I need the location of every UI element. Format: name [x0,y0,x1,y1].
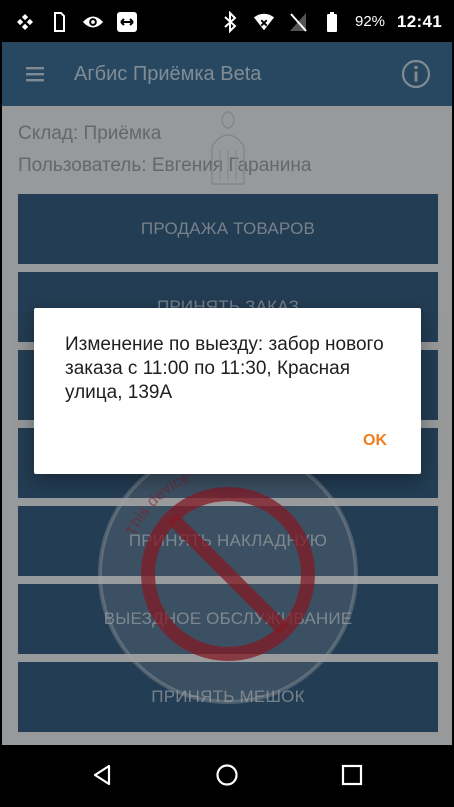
navigation-bar [2,745,452,805]
no-sim-icon [287,11,309,33]
remote-icon [116,11,138,33]
recents-icon[interactable] [340,763,364,787]
home-icon[interactable] [215,763,239,787]
battery-percent: 92% [354,13,386,30]
signal-off-icon [14,11,36,33]
clock: 12:41 [397,12,442,31]
device-screen: 92% 12:41 Агбис Приёмка Beta Склад: Приё… [2,2,452,805]
eye-icon [82,11,104,33]
sim-icon [48,11,70,33]
alert-dialog: Изменение по выезду: забор нового заказа… [34,308,421,474]
status-bar: 92% 12:41 [2,2,452,42]
bluetooth-icon [219,11,241,33]
ok-button[interactable]: OK [357,428,393,454]
dialog-message: Изменение по выезду: забор нового заказа… [65,334,384,403]
battery-icon [321,11,343,33]
wifi-icon [253,11,275,33]
back-icon[interactable] [90,763,114,787]
